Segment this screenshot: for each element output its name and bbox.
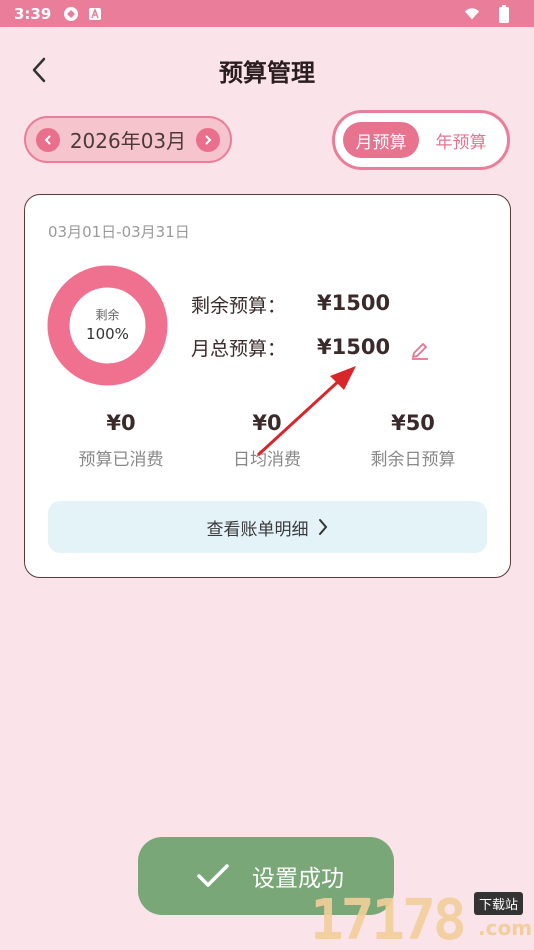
total-budget-value: ¥1500: [317, 335, 391, 359]
edit-budget-button[interactable]: [409, 338, 431, 360]
budget-card: 03月01日-03月31日 剩余 100% 剩余预算： ¥1500 月总预算： …: [24, 194, 511, 578]
total-budget-label: 月总预算：: [191, 338, 287, 360]
status-time: 3:39: [14, 4, 52, 23]
next-month-button[interactable]: [195, 127, 220, 152]
stat-label: 剩余日预算: [370, 450, 456, 470]
month-picker: 2026年03月: [24, 116, 232, 163]
edit-pencil-icon: [412, 343, 428, 360]
month-label: 2026年03月: [69, 129, 187, 153]
app-notification-icon: [63, 6, 79, 22]
stat-daily-average: ¥0 日均消费: [187, 411, 347, 470]
chevron-left-icon: [44, 135, 51, 144]
tab-year-budget[interactable]: 年预算: [423, 122, 499, 158]
status-bar: 3:39: [0, 0, 534, 27]
chevron-right-icon: [318, 519, 327, 535]
stat-label: 预算已消费: [78, 450, 164, 470]
watermark-digits: 17178: [310, 888, 467, 950]
stat-consumed: ¥0 预算已消费: [41, 411, 201, 470]
page-title: 预算管理: [219, 59, 315, 87]
watermark-tag: 下载站: [474, 892, 524, 915]
battery-icon: [496, 4, 512, 23]
checkmark-icon: [197, 864, 229, 887]
stat-label: 日均消费: [233, 450, 301, 470]
view-bill-details-button[interactable]: 查看账单明细: [48, 501, 487, 553]
budget-period-toggle: 月预算 年预算: [332, 110, 510, 170]
prev-month-button[interactable]: [36, 127, 60, 152]
stat-value: ¥0: [252, 411, 282, 435]
donut-percent: 100%: [86, 325, 129, 343]
stat-remaining-daily: ¥50 剩余日预算: [333, 411, 493, 470]
date-range: 03月01日-03月31日: [48, 223, 190, 241]
header: 预算管理: [0, 45, 534, 93]
stat-value: ¥0: [106, 411, 136, 435]
tab-month-budget[interactable]: 月预算: [343, 122, 419, 158]
watermark-suffix: .com: [478, 916, 533, 940]
donut-label: 剩余: [95, 308, 120, 322]
remaining-budget-value: ¥1500: [317, 291, 391, 315]
a-notification-icon: [87, 6, 103, 22]
chevron-right-icon: [205, 135, 212, 144]
wifi-icon: [464, 6, 480, 22]
view-bill-details-label: 查看账单明细: [206, 519, 309, 540]
stat-value: ¥50: [391, 411, 435, 435]
remaining-budget-label: 剩余预算：: [191, 295, 287, 317]
site-watermark: 17178 下载站 .com: [310, 888, 534, 950]
